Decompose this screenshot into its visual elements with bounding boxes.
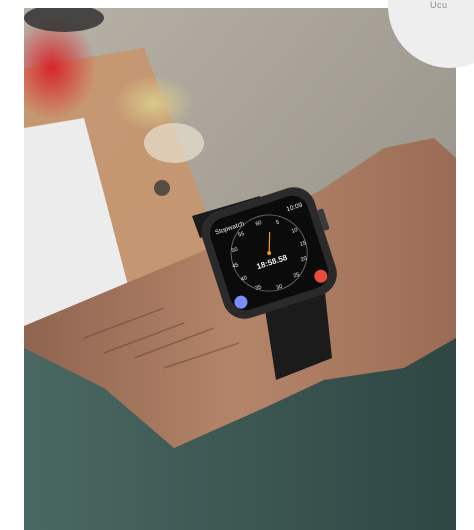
blurred-yellow-object xyxy=(114,75,194,131)
blurred-cream-object xyxy=(144,123,204,163)
corner-badge-text: Ucu xyxy=(430,0,448,10)
wrist-watch-photo: Stopwatch 10:09 60 5 10 15 20 25 30 35 4… xyxy=(24,8,456,530)
blurred-dark-dot xyxy=(154,180,170,196)
screenshot-canvas: Stopwatch 10:09 60 5 10 15 20 25 30 35 4… xyxy=(0,0,474,530)
photo-illustration: Stopwatch 10:09 60 5 10 15 20 25 30 35 4… xyxy=(24,8,456,530)
